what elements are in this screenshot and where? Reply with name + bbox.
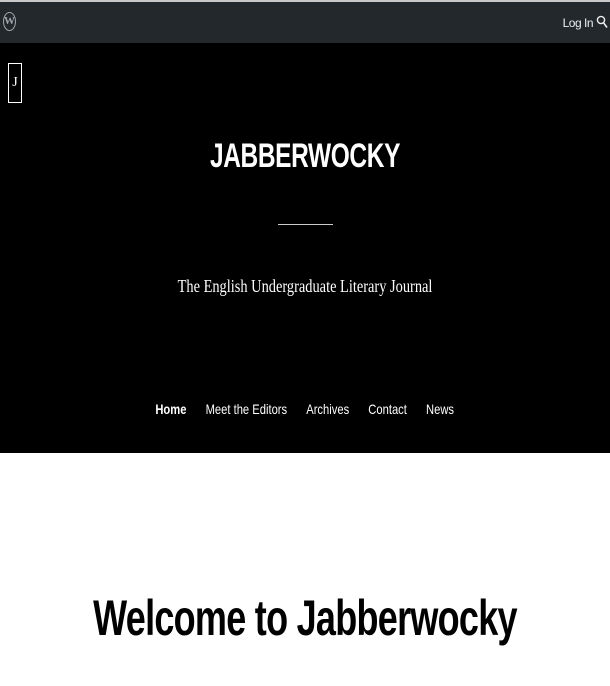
nav-item-home[interactable]: Home: [156, 401, 187, 417]
nav-item-archives[interactable]: Archives: [307, 401, 350, 417]
page-title: Welcome to Jabberwocky: [93, 589, 517, 646]
site-tagline: The English Undergraduate Literary Journ…: [177, 276, 433, 296]
wordpress-icon[interactable]: W: [3, 12, 16, 31]
site-header: J JABBERWOCKY The English Undergraduate …: [0, 43, 610, 453]
nav-item-news[interactable]: News: [426, 401, 454, 417]
login-link[interactable]: Log In: [563, 16, 594, 30]
nav-item-contact[interactable]: Contact: [369, 401, 408, 417]
search-icon[interactable]: [596, 15, 608, 29]
nav-item-meet-the-editors[interactable]: Meet the Editors: [206, 401, 288, 417]
admin-bar: W Log In: [0, 0, 610, 43]
site-icon[interactable]: J: [8, 63, 22, 103]
title-divider: [278, 224, 333, 225]
site-title[interactable]: JABBERWOCKY: [85, 137, 524, 176]
primary-nav: Home Meet the Editors Archives Contact N…: [0, 401, 610, 417]
